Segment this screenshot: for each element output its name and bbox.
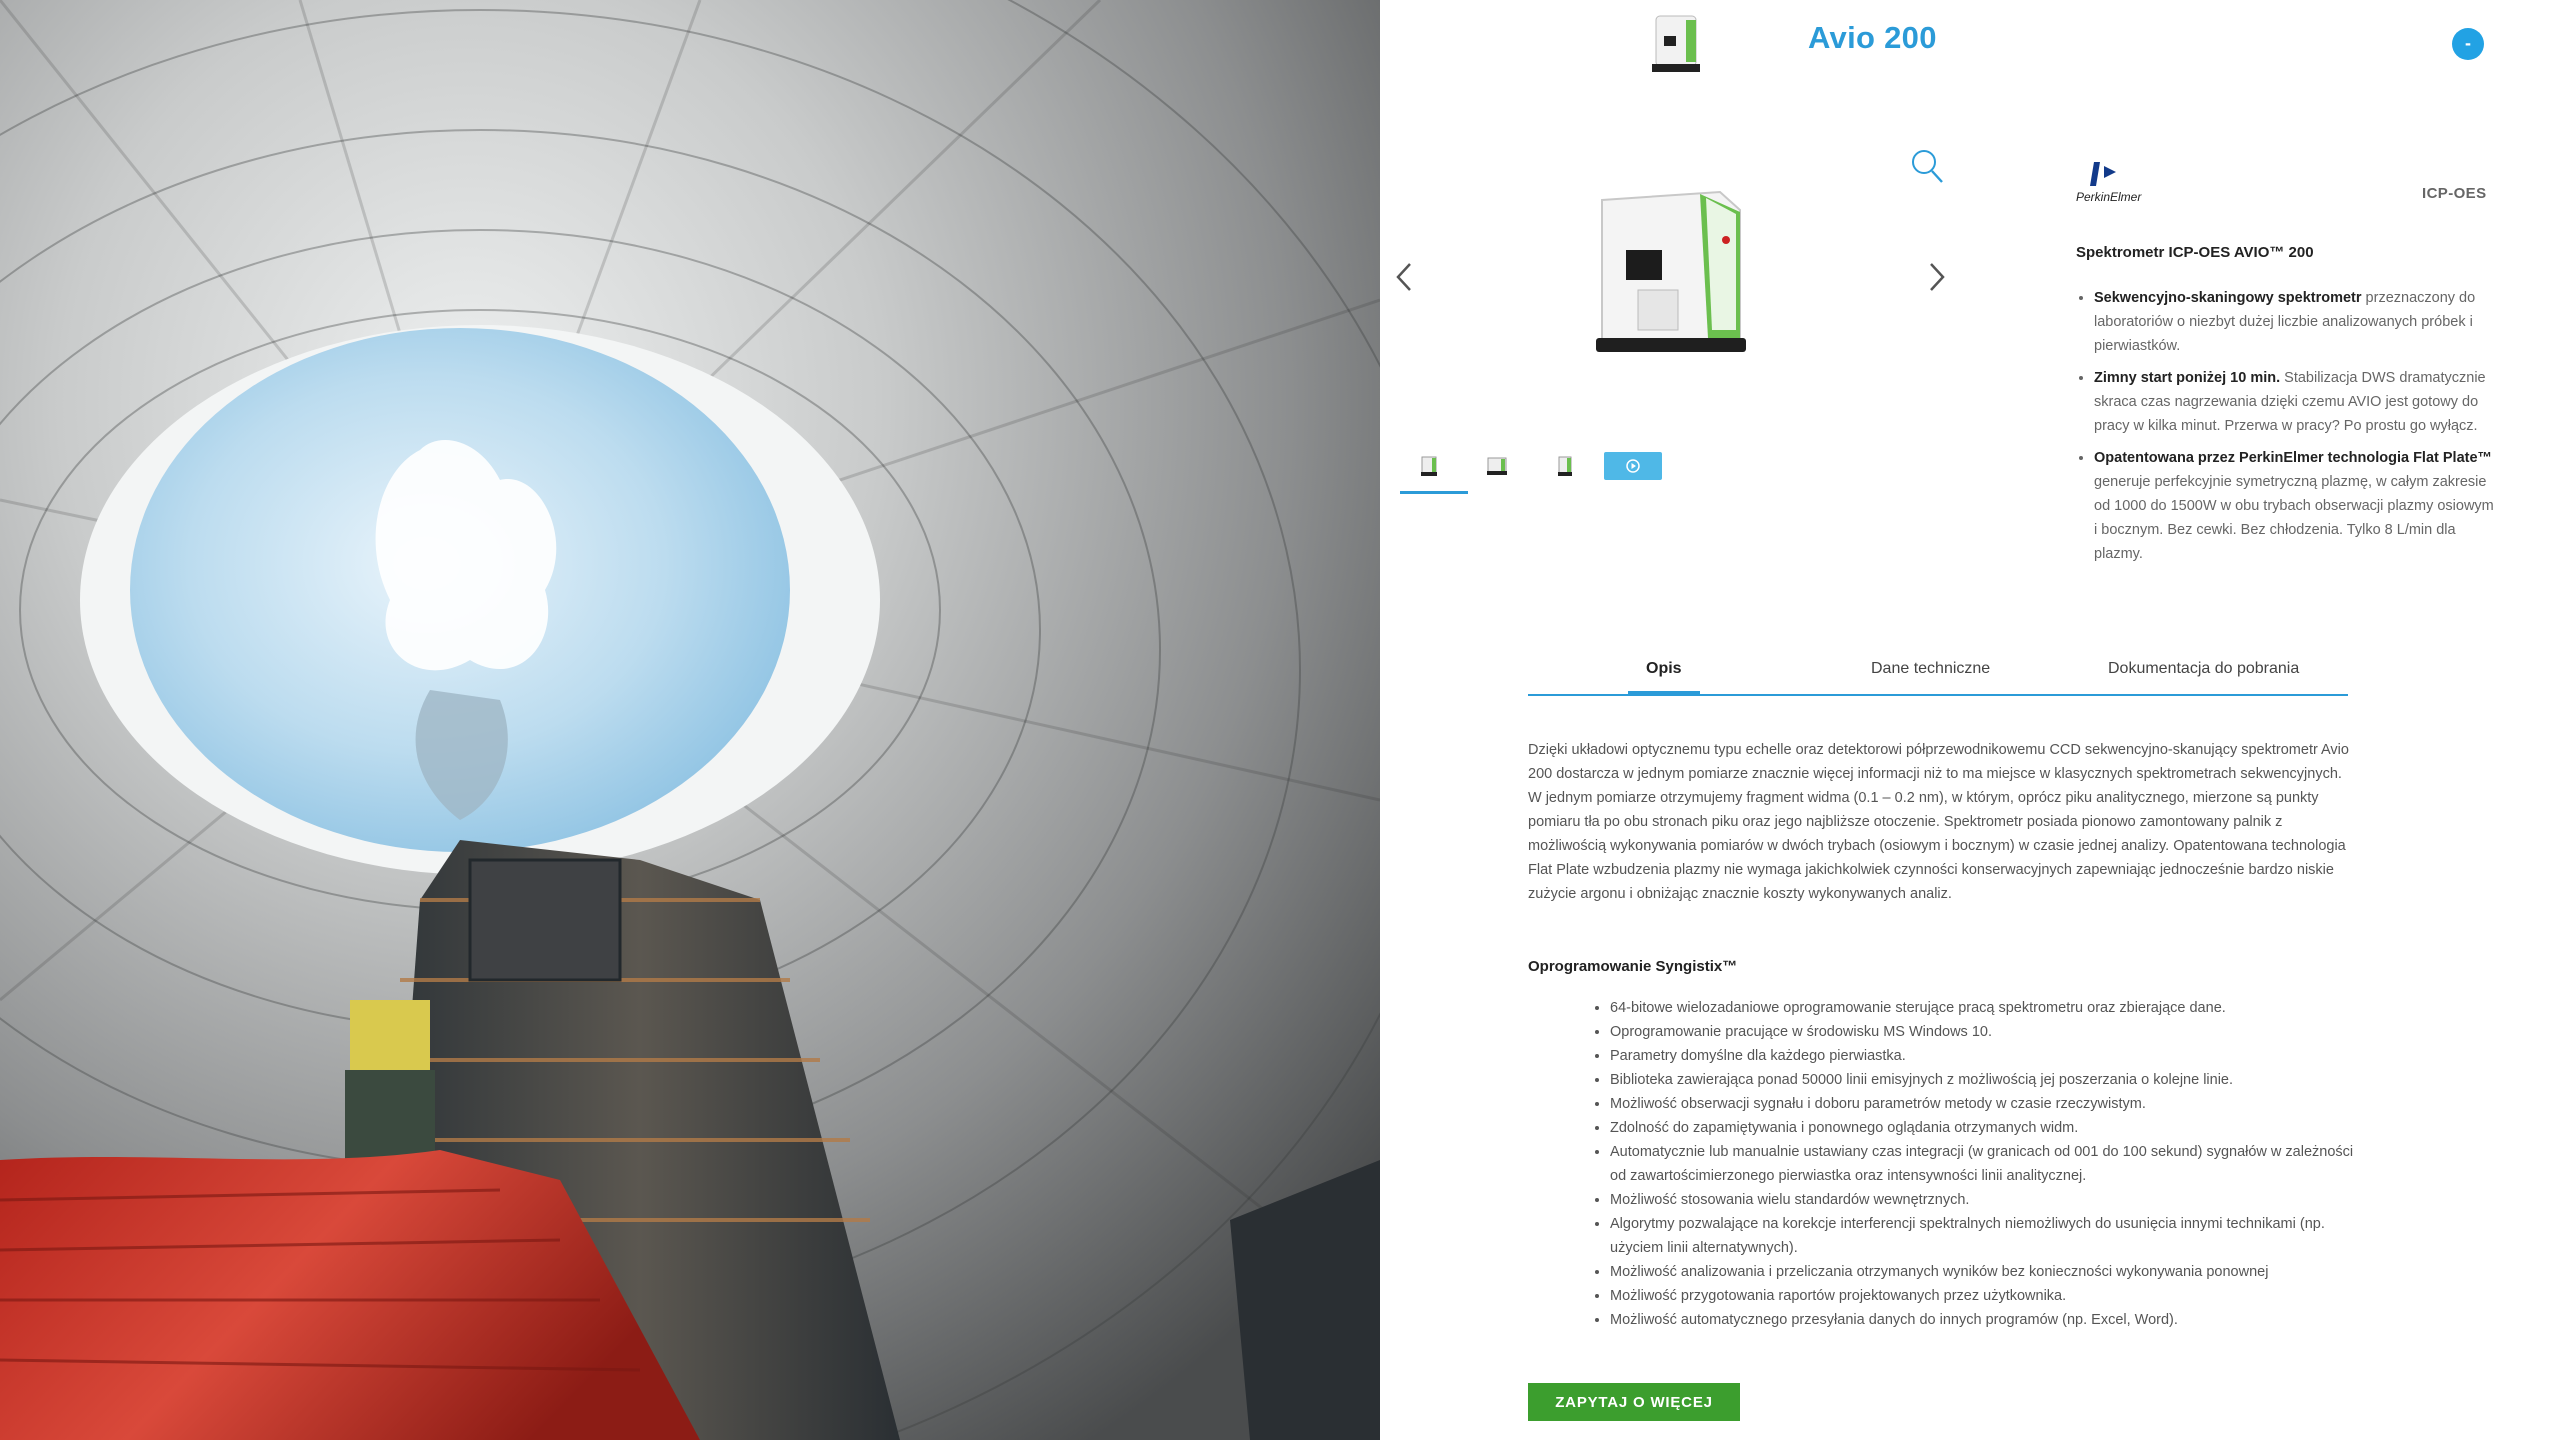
list-item: Możliwość przygotowania raportów projekt… [1610,1284,2356,1308]
spectrometer-image [1596,190,1746,352]
feature-item: Zimny start poniżej 10 min. Stabilizacja… [2094,366,2500,438]
spectrometer-icon [1652,15,1700,72]
product-title: Avio 200 [1808,20,1937,55]
tab-dane-techniczne[interactable]: Dane techniczne [1871,660,1990,678]
spectrometer-icon [1487,457,1507,475]
software-heading: Oprogramowanie Syngistix™ [1528,958,1738,975]
chevron-right-icon[interactable] [1925,260,1949,294]
feature-item: Sekwencyjno-skaningowy spektrometr przez… [2094,286,2500,358]
product-panel: Avio 200 - PerkinElmer ICP-OES Spektrome… [1380,0,2560,1440]
thumbnail-video[interactable] [1604,452,1662,480]
hero-photo [0,0,1380,1440]
list-item: Oprogramowanie pracujące w środowisku MS… [1610,1020,2356,1044]
list-item: Automatycznie lub manualnie ustawiany cz… [1610,1140,2356,1188]
spectrometer-icon [1558,456,1572,476]
list-item: Możliwość obserwacji sygnału i doboru pa… [1610,1092,2356,1116]
brand-name: PerkinElmer [2076,190,2142,204]
product-category: ICP-OES [2422,185,2487,202]
feature-list: Sekwencyjno-skaningowy spektrometr przez… [2080,286,2500,574]
list-item: Zdolność do zapamiętywania i ponownego o… [1610,1116,2356,1140]
brand-logo [2076,162,2186,212]
thumbnail-3[interactable] [1536,446,1594,486]
thumbnail-2[interactable] [1468,446,1526,486]
product-main-image[interactable] [1580,180,1760,365]
spectrometer-icon [1421,456,1437,476]
thumbnail-1[interactable] [1400,446,1468,494]
perkinelmer-logo-icon [2090,162,2116,186]
list-item: Możliwość automatycznego przesyłania dan… [1610,1308,2356,1332]
list-item: 64-bitowe wielozadaniowe oprogramowanie … [1610,996,2356,1020]
list-item: Parametry domyślne dla każdego pierwiast… [1610,1044,2356,1068]
feature-item: Opatentowana przez PerkinElmer technolog… [2094,446,2500,566]
gallery-thumbnails [1400,446,1700,494]
list-item: Możliwość stosowania wielu standardów we… [1610,1188,2356,1212]
list-item: Algorytmy pozwalające na korekcje interf… [1610,1212,2356,1260]
ask-more-button[interactable]: ZAPYTAJ O WIĘCEJ [1528,1383,1740,1421]
play-icon [1626,459,1640,473]
cooling-tower-photo [0,0,1380,1440]
list-item: Biblioteka zawierająca ponad 50000 linii… [1610,1068,2356,1092]
content-tabs: Opis Dane techniczne Dokumentacja do pob… [1528,650,2348,696]
chevron-left-icon[interactable] [1392,260,1416,294]
header-product-thumbnail [1642,10,1710,76]
tab-dokumentacja[interactable]: Dokumentacja do pobrania [2108,660,2299,678]
list-item: Możliwość analizowania i przeliczania ot… [1610,1260,2356,1284]
product-description: Dzięki układowi optycznemu typu echelle … [1528,742,2349,902]
search-icon[interactable] [1908,146,1946,186]
spec-title: Spektrometr ICP-OES AVIO™ 200 [2076,244,2314,261]
tab-opis[interactable]: Opis [1628,660,1699,695]
header-badge[interactable]: - [2452,28,2484,60]
software-feature-list: 64-bitowe wielozadaniowe oprogramowanie … [1596,996,2356,1332]
